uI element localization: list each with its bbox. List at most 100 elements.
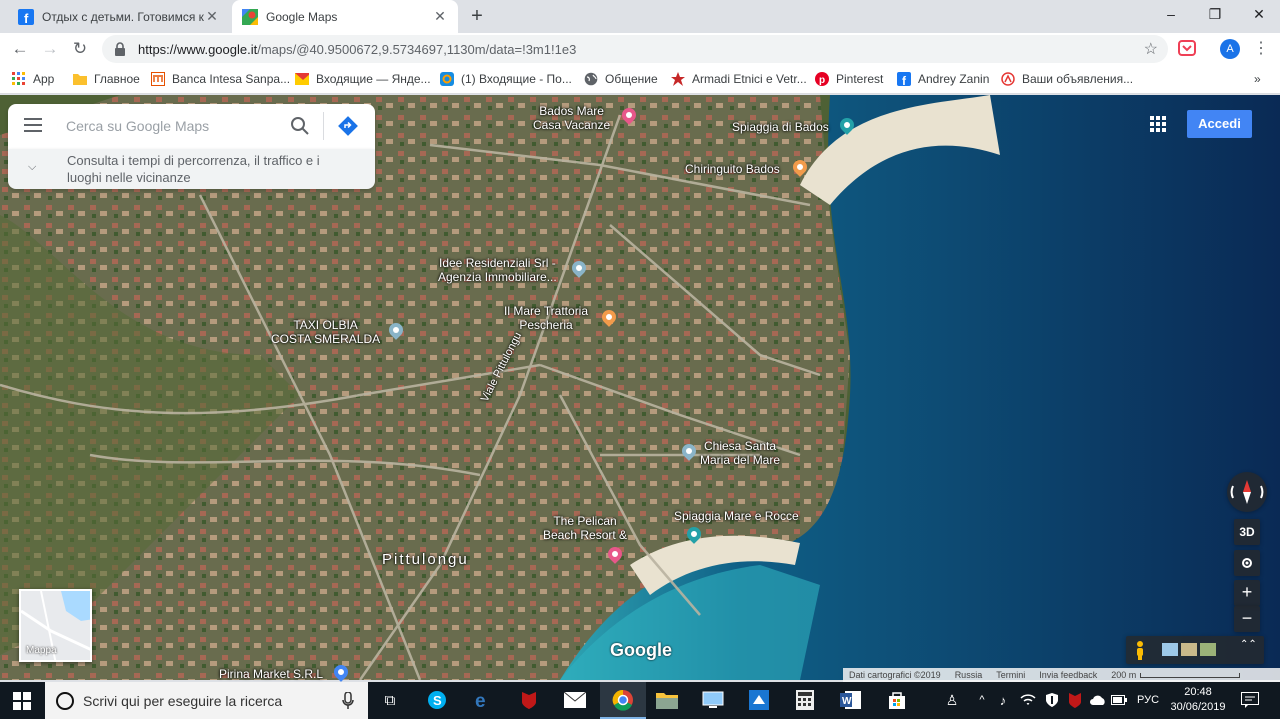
close-tab-icon[interactable]: ✕	[432, 8, 448, 25]
place-label-spiaggia-di-bados[interactable]: Spiaggia di Bados	[732, 120, 829, 134]
pocket-extension-icon[interactable]	[1178, 39, 1196, 57]
security-shield-icon[interactable]	[1043, 689, 1061, 711]
google-apps-icon[interactable]	[1150, 116, 1166, 132]
word-icon[interactable]: W	[839, 689, 863, 711]
account-avatar[interactable]: A	[1220, 39, 1240, 59]
back-button[interactable]: ←	[8, 37, 32, 61]
terms-link[interactable]: Termini	[996, 670, 1025, 680]
bookmark-andrey-zanin[interactable]: f Andrey Zanin	[897, 71, 989, 87]
system-clock[interactable]: 20:48 30/06/2019	[1168, 685, 1228, 715]
directions-icon[interactable]	[338, 116, 358, 136]
task-view-icon[interactable]: ⧉	[378, 689, 402, 711]
windows-start-icon[interactable]	[13, 692, 31, 710]
bookmark-mail-ru[interactable]: (1) Входящие - По...	[440, 71, 572, 87]
calculator-icon[interactable]	[793, 689, 817, 711]
onedrive-icon[interactable]	[1088, 689, 1108, 711]
imagery-thumbnails[interactable]	[1162, 643, 1218, 657]
taskbar-search-box[interactable]: Scrivi qui per eseguire la ricerca	[45, 682, 368, 719]
people-icon[interactable]: ♙	[940, 689, 964, 711]
taskbar-search-text: Scrivi qui per eseguire la ricerca	[83, 692, 283, 709]
bookmark-obshchenie[interactable]: Общение	[584, 71, 658, 87]
explore-nearby-panel[interactable]: ⌵ Consulta i tempi di percorrenza, il tr…	[8, 149, 375, 189]
menu-icon[interactable]	[24, 118, 42, 134]
map-type-toggle[interactable]: Mappa	[19, 589, 92, 662]
bookmark-pinterest[interactable]: p Pinterest	[815, 71, 883, 87]
file-transfer-icon[interactable]	[747, 689, 771, 711]
store-icon[interactable]	[885, 689, 909, 711]
scale-label[interactable]: 200 m	[1111, 670, 1136, 680]
bookmark-glavnoe[interactable]: Главное	[73, 71, 140, 87]
bookmark-app[interactable]: App	[12, 71, 54, 87]
place-label-spiaggia-mare-e-rocce[interactable]: Spiaggia Mare e Rocce	[674, 509, 799, 523]
location-icon	[1242, 558, 1252, 568]
bookmark-yandex-mail[interactable]: Входящие — Янде...	[295, 71, 431, 87]
address-bar[interactable]: https://www.google.it /maps/@40.9500672,…	[102, 35, 1168, 63]
cortana-icon	[56, 692, 74, 710]
map-attribution-bar: Dati cartografici ©2019 Russia Termini I…	[843, 668, 1280, 682]
imagery-strip: ⌃⌃	[1126, 636, 1264, 664]
zoom-in-button[interactable]: +	[1234, 580, 1260, 606]
battery-icon[interactable]	[1110, 689, 1128, 711]
close-window-button[interactable]: ✕	[1237, 0, 1280, 30]
search-input[interactable]	[66, 114, 276, 138]
edge-icon[interactable]: e	[471, 689, 495, 711]
region-link[interactable]: Russia	[955, 670, 983, 680]
bookmark-banca-intesa[interactable]: Banca Intesa Sanpa...	[151, 71, 290, 87]
notification-center-icon[interactable]	[1238, 689, 1262, 711]
close-tab-icon[interactable]: ✕	[204, 8, 220, 25]
microphone-icon[interactable]	[342, 692, 354, 710]
search-icon[interactable]	[290, 116, 310, 136]
globe-icon	[584, 72, 598, 86]
forward-button[interactable]: →	[38, 37, 62, 61]
facebook-icon: f	[897, 72, 911, 86]
mcafee-icon[interactable]	[517, 689, 541, 711]
input-language-indicator[interactable]: РУС	[1134, 689, 1162, 711]
wifi-icon[interactable]	[1020, 689, 1036, 711]
remote-desktop-icon[interactable]	[701, 689, 725, 711]
place-label-taxi-olbia[interactable]: TAXI OLBIA COSTA SMERALDA	[271, 318, 380, 346]
zoom-out-button[interactable]: −	[1234, 606, 1260, 632]
chevron-down-icon[interactable]: ⌵	[28, 161, 40, 173]
new-tab-button[interactable]: +	[466, 5, 488, 27]
place-label-chiringuito-bados[interactable]: Chiringuito Bados	[685, 162, 780, 176]
tab-google-maps[interactable]: Google Maps ✕	[232, 0, 458, 33]
pinterest-icon: p	[815, 72, 829, 86]
divider	[323, 112, 324, 140]
place-label-idee-residenziali[interactable]: Idee Residenziali Srl - Agenzia Immobili…	[438, 256, 557, 284]
tray-overflow-icon[interactable]: ^	[975, 689, 989, 711]
reload-button[interactable]: ↻	[68, 37, 92, 61]
bookmark-avito[interactable]: Ваши объявления...	[1001, 71, 1133, 87]
browser-toolbar: ← → ↻ https://www.google.it /maps/@40.95…	[0, 33, 1280, 64]
chrome-taskbar-icon[interactable]	[600, 682, 646, 719]
my-location-button[interactable]	[1234, 550, 1260, 576]
url-host: https://www.google.it	[138, 41, 258, 57]
pegman-icon[interactable]	[1134, 640, 1146, 660]
3d-toggle-button[interactable]: 3D	[1234, 519, 1260, 545]
bookmarks-bar: App Главное Banca Intesa Sanpa... Входящ…	[0, 64, 1280, 94]
skype-icon[interactable]: S	[425, 689, 449, 711]
place-label-pelican-beach-resort[interactable]: The Pelican Beach Resort &	[543, 514, 627, 542]
map-data-credit: Dati cartografici ©2019	[849, 670, 941, 680]
bookmarks-more-button[interactable]: »	[1254, 71, 1261, 87]
place-label-il-mare-trattoria[interactable]: Il Mare Trattoria Pescheria	[504, 304, 588, 332]
minimize-button[interactable]: –	[1149, 0, 1193, 30]
explore-nearby-text: Consulta i tempi di percorrenza, il traf…	[67, 153, 320, 185]
browser-menu-icon[interactable]: ⋮	[1253, 38, 1269, 58]
place-label-chiesa-santa-maria[interactable]: Chiesa Santa Maria del Mare	[700, 439, 780, 467]
place-label-pirina-market[interactable]: Pirina Market S.R.L	[219, 667, 323, 681]
tab-facebook[interactable]: f Отдых с детьми. Готовимся к пс ✕	[8, 0, 230, 33]
expand-imagery-button[interactable]: ⌃⌃	[1240, 640, 1257, 650]
feedback-link[interactable]: Invia feedback	[1039, 670, 1097, 680]
compass-control[interactable]	[1227, 472, 1267, 512]
file-explorer-icon[interactable]	[655, 689, 679, 711]
volume-icon[interactable]: ♪	[995, 689, 1011, 711]
mcafee-tray-icon[interactable]	[1066, 689, 1084, 711]
sign-in-button[interactable]: Accedi	[1187, 110, 1252, 138]
scale-bar	[1140, 672, 1241, 678]
place-label-bados-mare[interactable]: Bados Mare Casa Vacanze	[533, 104, 610, 132]
clock-date: 30/06/2019	[1170, 701, 1226, 713]
mail-app-icon[interactable]	[563, 689, 587, 711]
maximize-button[interactable]: ❐	[1193, 0, 1237, 30]
bookmark-armadi-etnici[interactable]: Armadi Etnici e Vetr...	[671, 71, 807, 87]
bookmark-star-icon[interactable]: ☆	[1144, 39, 1158, 59]
